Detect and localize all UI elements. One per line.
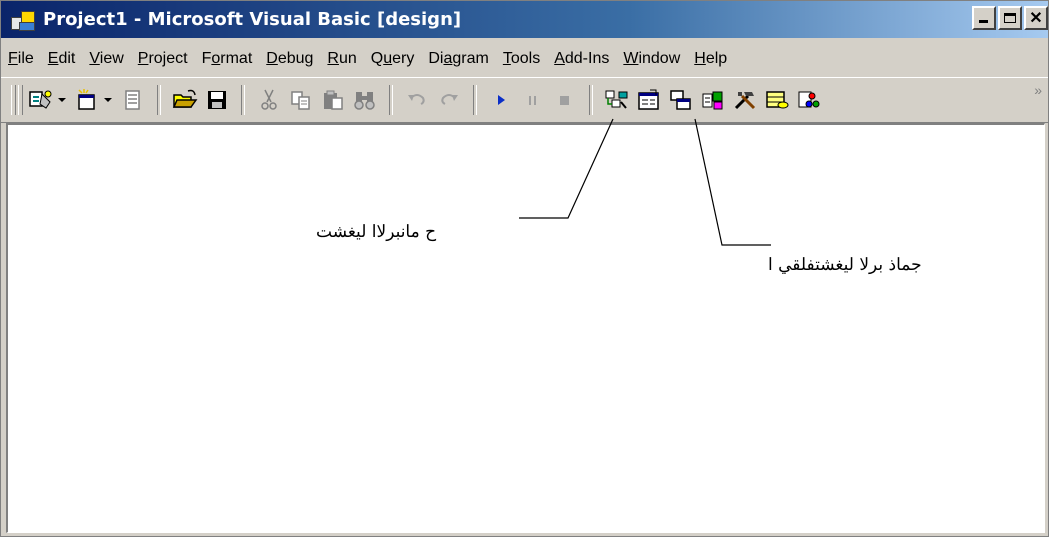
vb-ide-window: Project1 - Microsoft Visual Basic [desig…: [0, 0, 1049, 537]
start-annotation: ح مانبرلاا ليغشت: [316, 222, 437, 242]
start-callout-line: [519, 118, 614, 219]
end-annotation: جماذ برلا ليغشتفلقي ا: [768, 255, 922, 275]
end-callout-line: [694, 118, 771, 246]
